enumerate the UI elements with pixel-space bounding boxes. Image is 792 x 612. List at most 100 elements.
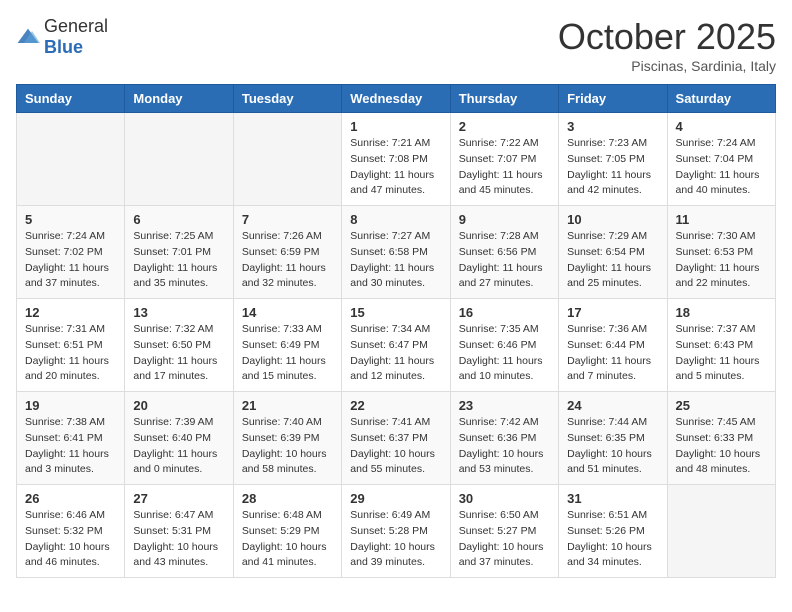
- calendar-cell: 2 Sunrise: 7:22 AM Sunset: 7:07 PM Daylig…: [450, 113, 558, 206]
- day-info: Sunrise: 6:50 AM Sunset: 5:27 PM Dayligh…: [459, 508, 550, 571]
- day-number: 29: [350, 491, 441, 506]
- calendar-cell: 22 Sunrise: 7:41 AM Sunset: 6:37 PM Dayli…: [342, 392, 450, 485]
- day-number: 1: [350, 119, 441, 134]
- day-info: Sunrise: 7:28 AM Sunset: 6:56 PM Dayligh…: [459, 229, 550, 292]
- title-block: October 2025 Piscinas, Sardinia, Italy: [558, 16, 776, 74]
- calendar-cell: 15 Sunrise: 7:34 AM Sunset: 6:47 PM Dayli…: [342, 299, 450, 392]
- day-number: 27: [133, 491, 224, 506]
- day-info: Sunrise: 7:37 AM Sunset: 6:43 PM Dayligh…: [676, 322, 767, 385]
- calendar-cell: 17 Sunrise: 7:36 AM Sunset: 6:44 PM Dayli…: [559, 299, 667, 392]
- day-info: Sunrise: 7:45 AM Sunset: 6:33 PM Dayligh…: [676, 415, 767, 478]
- weekday-header: Friday: [559, 85, 667, 113]
- day-info: Sunrise: 6:47 AM Sunset: 5:31 PM Dayligh…: [133, 508, 224, 571]
- day-number: 20: [133, 398, 224, 413]
- day-info: Sunrise: 7:34 AM Sunset: 6:47 PM Dayligh…: [350, 322, 441, 385]
- calendar-cell: 24Sunrise: 7:44 AM Sunset: 6:35 PM Dayli…: [559, 392, 667, 485]
- day-info: Sunrise: 7:24 AM Sunset: 7:02 PM Dayligh…: [25, 229, 116, 292]
- day-number: 24: [567, 398, 658, 413]
- day-info: Sunrise: 7:42 AM Sunset: 6:36 PM Dayligh…: [459, 415, 550, 478]
- calendar-cell: 30 Sunrise: 6:50 AM Sunset: 5:27 PM Dayli…: [450, 485, 558, 578]
- calendar-cell: 20 Sunrise: 7:39 AM Sunset: 6:40 PM Dayli…: [125, 392, 233, 485]
- day-info: Sunrise: 7:38 AM Sunset: 6:41 PM Dayligh…: [25, 415, 116, 478]
- weekday-header: Thursday: [450, 85, 558, 113]
- calendar-cell: [667, 485, 775, 578]
- day-number: 4: [676, 119, 767, 134]
- day-number: 17: [567, 305, 658, 320]
- calendar-cell: [233, 113, 341, 206]
- day-info: Sunrise: 7:24 AM Sunset: 7:04 PM Dayligh…: [676, 136, 767, 199]
- day-number: 10: [567, 212, 658, 227]
- calendar-cell: 14 Sunrise: 7:33 AM Sunset: 6:49 PM Dayli…: [233, 299, 341, 392]
- location-subtitle: Piscinas, Sardinia, Italy: [558, 58, 776, 74]
- calendar-cell: 29 Sunrise: 6:49 AM Sunset: 5:28 PM Dayli…: [342, 485, 450, 578]
- logo: General Blue: [16, 16, 108, 58]
- day-info: Sunrise: 7:41 AM Sunset: 6:37 PM Dayligh…: [350, 415, 441, 478]
- day-info: Sunrise: 7:26 AM Sunset: 6:59 PM Dayligh…: [242, 229, 333, 292]
- day-info: Sunrise: 7:22 AM Sunset: 7:07 PM Dayligh…: [459, 136, 550, 199]
- day-number: 21: [242, 398, 333, 413]
- day-number: 14: [242, 305, 333, 320]
- calendar-week-row: 19 Sunrise: 7:38 AM Sunset: 6:41 PM Dayli…: [17, 392, 776, 485]
- day-info: Sunrise: 7:39 AM Sunset: 6:40 PM Dayligh…: [133, 415, 224, 478]
- calendar-cell: 11Sunrise: 7:30 AM Sunset: 6:53 PM Dayli…: [667, 206, 775, 299]
- calendar-week-row: 1 Sunrise: 7:21 AM Sunset: 7:08 PM Daylig…: [17, 113, 776, 206]
- day-number: 6: [133, 212, 224, 227]
- calendar-cell: 18 Sunrise: 7:37 AM Sunset: 6:43 PM Dayli…: [667, 299, 775, 392]
- calendar-cell: 26 Sunrise: 6:46 AM Sunset: 5:32 PM Dayli…: [17, 485, 125, 578]
- day-number: 22: [350, 398, 441, 413]
- day-info: Sunrise: 6:46 AM Sunset: 5:32 PM Dayligh…: [25, 508, 116, 571]
- day-number: 5: [25, 212, 116, 227]
- day-info: Sunrise: 7:36 AM Sunset: 6:44 PM Dayligh…: [567, 322, 658, 385]
- day-number: 11: [676, 212, 767, 227]
- day-info: Sunrise: 7:21 AM Sunset: 7:08 PM Dayligh…: [350, 136, 441, 199]
- calendar-cell: 5 Sunrise: 7:24 AM Sunset: 7:02 PM Daylig…: [17, 206, 125, 299]
- calendar-cell: 21Sunrise: 7:40 AM Sunset: 6:39 PM Dayli…: [233, 392, 341, 485]
- calendar-cell: [17, 113, 125, 206]
- day-info: Sunrise: 7:32 AM Sunset: 6:50 PM Dayligh…: [133, 322, 224, 385]
- day-info: Sunrise: 7:23 AM Sunset: 7:05 PM Dayligh…: [567, 136, 658, 199]
- calendar-cell: 8Sunrise: 7:27 AM Sunset: 6:58 PM Daylig…: [342, 206, 450, 299]
- day-info: Sunrise: 7:33 AM Sunset: 6:49 PM Dayligh…: [242, 322, 333, 385]
- weekday-header: Wednesday: [342, 85, 450, 113]
- day-number: 7: [242, 212, 333, 227]
- day-number: 30: [459, 491, 550, 506]
- day-number: 13: [133, 305, 224, 320]
- weekday-header-row: SundayMondayTuesdayWednesdayThursdayFrid…: [17, 85, 776, 113]
- calendar-cell: 4 Sunrise: 7:24 AM Sunset: 7:04 PM Daylig…: [667, 113, 775, 206]
- day-number: 3: [567, 119, 658, 134]
- calendar-cell: [125, 113, 233, 206]
- month-title: October 2025: [558, 16, 776, 58]
- day-info: Sunrise: 7:25 AM Sunset: 7:01 PM Dayligh…: [133, 229, 224, 292]
- day-number: 18: [676, 305, 767, 320]
- day-info: Sunrise: 7:35 AM Sunset: 6:46 PM Dayligh…: [459, 322, 550, 385]
- calendar-cell: 3 Sunrise: 7:23 AM Sunset: 7:05 PM Daylig…: [559, 113, 667, 206]
- day-number: 2: [459, 119, 550, 134]
- logo-general: General: [44, 16, 108, 36]
- logo-text: General Blue: [44, 16, 108, 58]
- day-number: 15: [350, 305, 441, 320]
- calendar-cell: 10Sunrise: 7:29 AM Sunset: 6:54 PM Dayli…: [559, 206, 667, 299]
- weekday-header: Sunday: [17, 85, 125, 113]
- calendar-cell: 19 Sunrise: 7:38 AM Sunset: 6:41 PM Dayli…: [17, 392, 125, 485]
- day-number: 19: [25, 398, 116, 413]
- page-header: General Blue October 2025 Piscinas, Sard…: [16, 16, 776, 74]
- weekday-header: Saturday: [667, 85, 775, 113]
- calendar-cell: 13 Sunrise: 7:32 AM Sunset: 6:50 PM Dayli…: [125, 299, 233, 392]
- logo-icon: [16, 27, 40, 47]
- calendar-week-row: 12 Sunrise: 7:31 AM Sunset: 6:51 PM Dayli…: [17, 299, 776, 392]
- calendar-cell: 31Sunrise: 6:51 AM Sunset: 5:26 PM Dayli…: [559, 485, 667, 578]
- weekday-header: Tuesday: [233, 85, 341, 113]
- day-info: Sunrise: 6:49 AM Sunset: 5:28 PM Dayligh…: [350, 508, 441, 571]
- weekday-header: Monday: [125, 85, 233, 113]
- calendar-cell: 25Sunrise: 7:45 AM Sunset: 6:33 PM Dayli…: [667, 392, 775, 485]
- calendar-cell: 9Sunrise: 7:28 AM Sunset: 6:56 PM Daylig…: [450, 206, 558, 299]
- calendar-cell: 23 Sunrise: 7:42 AM Sunset: 6:36 PM Dayli…: [450, 392, 558, 485]
- day-number: 26: [25, 491, 116, 506]
- day-number: 23: [459, 398, 550, 413]
- calendar-cell: 28Sunrise: 6:48 AM Sunset: 5:29 PM Dayli…: [233, 485, 341, 578]
- day-number: 12: [25, 305, 116, 320]
- calendar-cell: 16 Sunrise: 7:35 AM Sunset: 6:46 PM Dayli…: [450, 299, 558, 392]
- day-number: 16: [459, 305, 550, 320]
- calendar-cell: 1 Sunrise: 7:21 AM Sunset: 7:08 PM Daylig…: [342, 113, 450, 206]
- day-info: Sunrise: 7:31 AM Sunset: 6:51 PM Dayligh…: [25, 322, 116, 385]
